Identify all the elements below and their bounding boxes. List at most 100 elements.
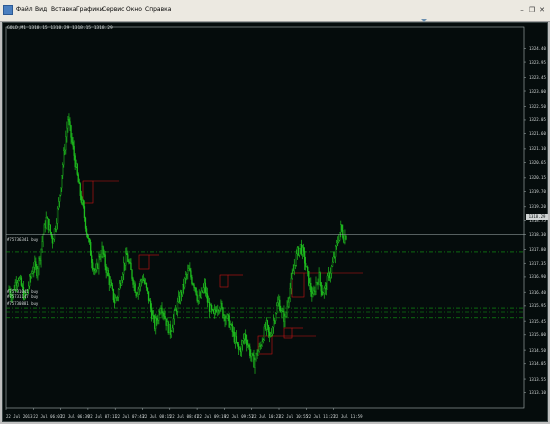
candle-body: [183, 284, 185, 288]
candle-body: [157, 319, 159, 321]
candle-body: [30, 275, 32, 278]
candle-body: [152, 315, 154, 319]
candle-body: [337, 241, 339, 243]
candle-body: [190, 270, 192, 278]
candle-body: [305, 263, 307, 267]
candle-body: [76, 163, 78, 175]
plot-frame: [5, 26, 525, 409]
candle-body: [293, 265, 295, 271]
candle-body: [195, 287, 197, 295]
candle-body: [43, 224, 45, 235]
candle-body: [114, 297, 117, 304]
app-icon[interactable]: [3, 5, 13, 15]
candle-body: [220, 302, 222, 309]
candle-body: [111, 285, 114, 290]
candle-body: [46, 217, 48, 219]
candle-body: [339, 232, 341, 241]
candle-body: [313, 290, 315, 294]
candle-body: [333, 256, 336, 258]
candle-body: [96, 263, 98, 270]
candle-body: [29, 275, 31, 287]
candle-body: [299, 244, 302, 249]
candle-body: [95, 269, 97, 272]
candle-body: [301, 247, 304, 255]
candle-body: [201, 290, 203, 293]
x-tick-label: 22 Jul 06:07: [33, 414, 63, 419]
candle-body: [238, 348, 241, 350]
candle-body: [241, 340, 244, 345]
candle-body: [147, 291, 150, 301]
menu-help[interactable]: Справка: [145, 5, 171, 15]
order-label-3[interactable]: #75731147 buy: [7, 294, 38, 299]
menu-tools[interactable]: Сервис: [102, 5, 124, 15]
menu-view[interactable]: Вид: [35, 5, 47, 15]
y-tick-label: 1314.05: [529, 361, 546, 367]
candle-body: [343, 237, 345, 243]
candle-body: [216, 310, 218, 312]
candle-body: [49, 224, 51, 233]
restore-icon[interactable]: ❐: [528, 6, 536, 14]
candle-body: [109, 282, 111, 285]
price-chart[interactable]: [3, 23, 547, 421]
candle-body: [146, 287, 149, 292]
candle-body: [272, 320, 275, 328]
candle-body: [106, 270, 108, 273]
candle-body: [236, 341, 239, 345]
candle-body: [234, 336, 237, 343]
order-marker-box: [219, 274, 229, 288]
candle-body: [87, 237, 90, 239]
close-icon[interactable]: ✕: [538, 6, 546, 14]
candle-body: [270, 333, 273, 336]
candle-body: [218, 310, 220, 312]
candle-body: [108, 275, 110, 285]
candle-body: [73, 146, 75, 156]
candle-body: [206, 293, 209, 303]
y-tick-label: 1321.10: [529, 146, 546, 152]
candle-body: [129, 262, 131, 264]
candle-body: [179, 291, 182, 302]
menu-file[interactable]: Файл: [16, 5, 33, 15]
candle-body: [68, 119, 70, 122]
candle-body: [196, 294, 198, 301]
candle-body: [159, 311, 161, 313]
candle-body: [167, 321, 169, 334]
order-label-1[interactable]: #75736341 buy: [7, 237, 38, 242]
candle-body: [260, 345, 262, 347]
candle-body: [280, 310, 282, 313]
candle-body: [165, 318, 167, 326]
candle-body: [282, 310, 284, 312]
current-price-tag: 1318.29: [526, 214, 548, 220]
candle-body: [215, 309, 217, 311]
y-tick-label: 1313.10: [529, 390, 546, 396]
candle-body: [312, 293, 314, 297]
y-tick-label: 1315.45: [529, 318, 546, 324]
candle-body: [48, 224, 50, 230]
y-tick-label: 1318.30: [529, 231, 546, 237]
order-label-4[interactable]: #75730881 buy: [7, 301, 38, 306]
minimize-icon[interactable]: –: [518, 6, 526, 14]
candle-body: [127, 254, 129, 262]
candle-body: [41, 241, 43, 250]
candle-body: [211, 309, 214, 311]
candle-body: [112, 288, 115, 301]
candle-body: [193, 284, 195, 288]
candle-body: [33, 267, 35, 272]
candle-body: [54, 228, 57, 230]
candle-body: [145, 282, 148, 288]
candle-body: [71, 137, 73, 143]
candle-body: [164, 316, 166, 319]
candle-body: [52, 239, 55, 244]
candle-body: [131, 269, 133, 279]
candle-body: [326, 275, 329, 290]
candle-body: [133, 283, 135, 285]
menu-insert[interactable]: Вставка: [51, 5, 76, 15]
candle-body: [265, 320, 268, 330]
menu-charts[interactable]: Графики: [76, 5, 104, 15]
candle-body: [302, 247, 305, 252]
candle-body: [72, 142, 74, 147]
chart-window[interactable]: GOLD,M1 1318.15 1318.29 1318.15 1318.29 …: [2, 22, 548, 422]
candle-body: [342, 230, 344, 238]
menu-window[interactable]: Окно: [126, 5, 142, 15]
x-tick-label: 22 Jul 08:15: [142, 414, 172, 419]
candle-body: [328, 272, 331, 278]
